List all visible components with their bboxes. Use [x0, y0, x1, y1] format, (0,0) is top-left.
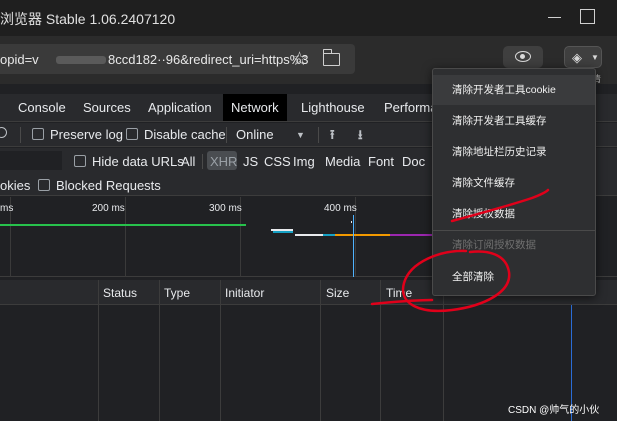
export-har-icon[interactable]: ⭳ [358, 126, 363, 148]
filter-css[interactable]: CSS [264, 154, 291, 169]
menu-item-clear-auth-data[interactable]: 清除授权数据 [433, 199, 595, 229]
timeline-request-bar [273, 231, 293, 233]
preserve-log-checkbox[interactable] [32, 128, 44, 140]
filter-input[interactable] [0, 151, 62, 170]
timeline-request-bar [0, 224, 246, 226]
filter-media[interactable]: Media [325, 154, 360, 169]
blocked-cookies-label: okies [0, 178, 31, 193]
title-bar: 浏览器 Stable 1.06.2407120 [0, 0, 617, 36]
column-type[interactable]: Type [164, 286, 190, 300]
hide-data-urls-checkbox[interactable] [74, 155, 86, 167]
maximize-icon[interactable] [580, 9, 595, 24]
timeline-dom-marker [353, 215, 354, 277]
menu-item-clear-subscription-auth: 清除订阅授权数据 [452, 239, 536, 251]
window-title: 浏览器 Stable 1.06.2407120 [0, 11, 176, 27]
search-icon[interactable] [0, 127, 7, 138]
tab-sources[interactable]: Sources [75, 94, 139, 121]
url-field[interactable]: opid=v 8ccd182··96&redirect_uri=https%3 … [0, 44, 355, 74]
column-status[interactable]: Status [103, 286, 137, 300]
tab-application[interactable]: Application [140, 94, 220, 121]
timeline-label: 400 ms [324, 203, 357, 214]
chevron-down-icon[interactable]: ▼ [296, 130, 305, 140]
filter-js[interactable]: JS [243, 154, 258, 169]
url-text-end: 8ccd182··96&redirect_uri=https%3 [108, 52, 309, 67]
menu-item-clear-all[interactable]: 全部清除 [433, 262, 595, 292]
chevron-down-icon: ▼ [591, 53, 599, 62]
clear-data-menu: 清除开发者工具cookie 清除开发者工具缓存 清除地址栏历史记录 清除文件缓存… [432, 68, 596, 296]
timeline-request-bar [335, 234, 390, 236]
timeline-request-bar [390, 234, 435, 236]
timeline-label: 200 ms [92, 203, 125, 214]
divider [20, 127, 21, 143]
column-divider [443, 280, 444, 421]
divider [226, 127, 227, 143]
timeline-label: 300 ms [209, 203, 242, 214]
filter-all[interactable]: All [181, 154, 195, 169]
disable-cache-checkbox[interactable] [126, 128, 138, 140]
column-size[interactable]: Size [326, 286, 349, 300]
timeline-gridline [125, 197, 126, 277]
tab-lighthouse[interactable]: Lighthouse [293, 94, 373, 121]
clear-data-button[interactable]: ◈ ▼ [564, 46, 602, 68]
blocked-requests-checkbox[interactable] [38, 179, 50, 191]
filter-font[interactable]: Font [368, 154, 394, 169]
bookmark-star-icon[interactable]: ☆ [291, 48, 308, 71]
import-har-icon[interactable]: ⭱ [330, 126, 335, 148]
menu-item-clear-devtools-cache[interactable]: 清除开发者工具缓存 [433, 106, 595, 136]
blocked-requests-label: Blocked Requests [56, 178, 161, 193]
hide-data-urls-label: Hide data URLs [92, 154, 184, 169]
column-divider [320, 280, 321, 421]
column-divider [380, 280, 381, 421]
menu-item-clear-address-history[interactable]: 清除地址栏历史记录 [433, 137, 595, 167]
filter-img[interactable]: Img [293, 154, 315, 169]
folder-icon[interactable] [322, 49, 340, 66]
timeline-request-bar [323, 234, 335, 236]
watermark: CSDN @帅气的小伙 [508, 405, 600, 416]
tab-network[interactable]: Network [223, 94, 287, 121]
url-text-start: opid=v [0, 52, 39, 67]
preserve-log-label: Preserve log [50, 127, 123, 142]
divider [318, 127, 319, 143]
minimize-icon[interactable] [548, 17, 561, 18]
timeline-request-bar [295, 234, 323, 236]
layers-icon: ◈ [572, 50, 582, 65]
filter-doc[interactable]: Doc [402, 154, 425, 169]
timeline-label: ms [0, 203, 14, 214]
menu-item-clear-file-cache[interactable]: 清除文件缓存 [433, 168, 595, 198]
column-divider [98, 280, 99, 421]
menu-item-clear-devtools-cookie[interactable]: 清除开发者工具cookie [433, 75, 595, 105]
column-time[interactable]: Time [386, 286, 412, 300]
view-button[interactable] [503, 46, 543, 68]
filter-xhr[interactable]: XHR [210, 154, 237, 169]
column-initiator[interactable]: Initiator [225, 286, 264, 300]
column-divider [220, 280, 221, 421]
throttle-select[interactable]: Online [236, 127, 274, 142]
column-divider [159, 280, 160, 421]
tab-console[interactable]: Console [10, 94, 74, 121]
timeline-dot [351, 221, 352, 223]
url-redacted [56, 56, 106, 64]
disable-cache-label: Disable cache [144, 127, 226, 142]
eye-icon [515, 51, 531, 62]
divider [202, 154, 203, 169]
